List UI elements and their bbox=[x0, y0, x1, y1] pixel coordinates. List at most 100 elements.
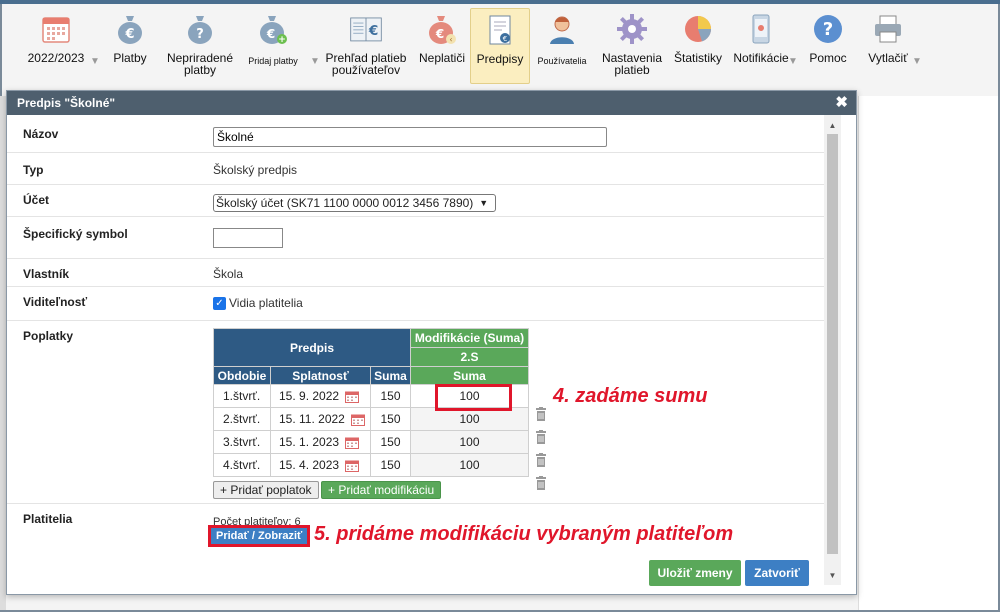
toolbar-notifikacie[interactable]: Notifikácie ▼ bbox=[726, 8, 798, 84]
user-icon bbox=[545, 12, 579, 46]
table-row: 4.štvrť. 15. 4. 2023 150 100 bbox=[213, 453, 529, 477]
page-background-right bbox=[858, 96, 998, 610]
form-row-visibility: Viditeľnosť ✓ Vidia platitelia bbox=[7, 287, 824, 321]
toolbar-predpisy[interactable]: € Predpisy bbox=[470, 8, 530, 84]
owner-value: Škola bbox=[213, 267, 244, 281]
top-accent-bar bbox=[0, 0, 1000, 4]
calendar-icon[interactable] bbox=[350, 414, 365, 426]
account-label: Účet bbox=[23, 193, 50, 207]
highlight-box bbox=[435, 384, 512, 411]
money-bag-question-icon: ? bbox=[183, 12, 217, 46]
period-cell: 3.štvrť. bbox=[213, 430, 271, 454]
add-fee-button[interactable]: + Pridať poplatok bbox=[213, 481, 319, 499]
toolbar-statistiky[interactable]: Štatistiky bbox=[670, 8, 726, 84]
svg-text:‹: ‹ bbox=[449, 35, 452, 44]
mod-amount-input[interactable]: 100 bbox=[410, 453, 529, 477]
add-modification-button[interactable]: + Pridať modifikáciu bbox=[321, 481, 442, 499]
pie-chart-icon bbox=[681, 12, 715, 46]
money-bag-back-icon: € ‹ bbox=[425, 12, 459, 46]
ledger-euro-icon: € bbox=[349, 12, 383, 46]
toolbar-neplatici[interactable]: € ‹ Neplatiči bbox=[414, 8, 470, 84]
due-cell: 15. 11. 2022 bbox=[270, 407, 371, 431]
due-cell: 15. 9. 2022 bbox=[270, 384, 371, 408]
annotation-step4: 4. zadáme sumu bbox=[553, 385, 708, 407]
toolbar-label: Štatistiky bbox=[673, 51, 722, 65]
scrollbar-thumb[interactable] bbox=[827, 134, 838, 554]
svg-text:?: ? bbox=[196, 27, 204, 42]
amount-cell: 150 bbox=[370, 407, 411, 431]
trash-icon[interactable] bbox=[535, 407, 547, 421]
scroll-up-icon[interactable]: ▲ bbox=[824, 119, 841, 133]
mod-amount-input[interactable]: 100 bbox=[410, 430, 529, 454]
type-value: Školský predpis bbox=[213, 163, 298, 177]
save-button[interactable]: Uložiť zmeny bbox=[649, 560, 741, 586]
due-date: 15. 9. 2022 bbox=[279, 389, 340, 403]
calendar-icon[interactable] bbox=[345, 391, 360, 403]
owner-label: Vlastník bbox=[23, 267, 70, 281]
due-date: 15. 1. 2023 bbox=[279, 435, 340, 449]
toolbar-pridaj-platby[interactable]: € + Pridaj platby ▼ bbox=[238, 8, 320, 84]
gear-icon bbox=[615, 12, 649, 46]
svg-text:+: + bbox=[278, 35, 286, 45]
form-row-payers: Platitelia Počet platiteľov: 6 Pridať / … bbox=[7, 504, 824, 596]
account-select[interactable]: Školský účet (SK71 1100 0000 0012 3456 7… bbox=[213, 194, 496, 212]
close-button[interactable]: Zatvoriť bbox=[745, 560, 809, 586]
amount-cell: 150 bbox=[370, 430, 411, 454]
due-date: 15. 11. 2022 bbox=[279, 412, 345, 426]
due-cell: 15. 1. 2023 bbox=[270, 430, 371, 454]
toolbar-label: Notifikácie bbox=[733, 51, 789, 65]
fees-header-mod-sub: 2.S bbox=[410, 347, 529, 367]
toolbar-pouzivatelia[interactable]: Používatelia bbox=[530, 8, 594, 84]
type-label: Typ bbox=[23, 163, 44, 177]
col-header-amount: Suma bbox=[370, 366, 411, 385]
svg-text:?: ? bbox=[823, 19, 833, 40]
money-bag-euro-icon: € bbox=[113, 12, 147, 46]
toolbar-platby[interactable]: € Platby bbox=[98, 8, 162, 84]
symbol-input[interactable] bbox=[213, 228, 283, 248]
fee-rule-dialog: Predpis "Školné" ✖ Názov Typ Školský pre… bbox=[6, 90, 857, 595]
toolbar-label: Nastavenia platieb bbox=[601, 51, 663, 77]
dialog-header: Predpis "Školné" ✖ bbox=[7, 91, 856, 115]
svg-text:€: € bbox=[266, 27, 275, 41]
toolbar-label: Pomoc bbox=[809, 51, 847, 65]
printer-icon bbox=[871, 12, 905, 46]
amount-cell: 150 bbox=[370, 453, 411, 477]
form-row-owner: Vlastník Škola bbox=[7, 259, 824, 287]
col-header-period: Obdobie bbox=[213, 366, 271, 385]
toolbar-label: Používatelia bbox=[537, 56, 587, 66]
form-row-fees: Poplatky Predpis Modifikácie (Suma) 2.S … bbox=[7, 321, 824, 504]
scroll-down-icon[interactable]: ▼ bbox=[824, 569, 841, 583]
visibility-checkbox[interactable]: ✓ bbox=[213, 297, 226, 311]
toolbar-label: Predpisy bbox=[476, 52, 524, 66]
toolbar-label: Pridaj platby bbox=[248, 56, 298, 66]
svg-text:€: € bbox=[435, 27, 444, 41]
visibility-value: Vidia platitelia bbox=[229, 296, 303, 310]
calendar-icon[interactable] bbox=[345, 437, 360, 449]
trash-icon[interactable] bbox=[535, 430, 547, 444]
svg-text:€: € bbox=[368, 23, 378, 39]
document-euro-icon: € bbox=[483, 13, 517, 47]
form-row-symbol: Špecifický symbol bbox=[7, 217, 824, 259]
toolbar-pomoc[interactable]: ? Pomoc bbox=[800, 8, 856, 84]
col-header-due: Splatnosť bbox=[270, 366, 371, 385]
fees-header-predpis: Predpis bbox=[213, 328, 411, 367]
fees-label: Poplatky bbox=[23, 329, 74, 343]
amount-cell: 150 bbox=[370, 384, 411, 408]
table-row: 3.štvrť. 15. 1. 2023 150 100 bbox=[213, 430, 529, 454]
toolbar-label: Vytlačiť bbox=[868, 51, 908, 65]
toolbar-prehlad-platieb[interactable]: € Prehľad platieb používateľov bbox=[318, 8, 414, 84]
svg-text:€: € bbox=[503, 35, 507, 43]
trash-icon[interactable] bbox=[535, 476, 547, 490]
add-show-payers-button[interactable]: Pridať / Zobraziť bbox=[208, 525, 311, 547]
fees-header-mod: Modifikácie (Suma) bbox=[410, 328, 529, 348]
toolbar-vytlacit[interactable]: Vytlačiť ▼ bbox=[856, 8, 922, 84]
payers-label: Platitelia bbox=[23, 512, 73, 526]
chevron-down-icon: ▼ bbox=[912, 56, 922, 67]
toolbar-year-selector[interactable]: 2022/2023 ▼ bbox=[14, 8, 100, 84]
toolbar-nastavenia-platieb[interactable]: Nastavenia platieb bbox=[594, 8, 670, 84]
toolbar-nepriradene-platby[interactable]: ? Nepriradené platby bbox=[162, 8, 238, 84]
trash-icon[interactable] bbox=[535, 453, 547, 467]
calendar-icon[interactable] bbox=[345, 460, 360, 472]
name-input[interactable] bbox=[213, 127, 607, 147]
close-icon[interactable]: ✖ bbox=[835, 91, 848, 115]
